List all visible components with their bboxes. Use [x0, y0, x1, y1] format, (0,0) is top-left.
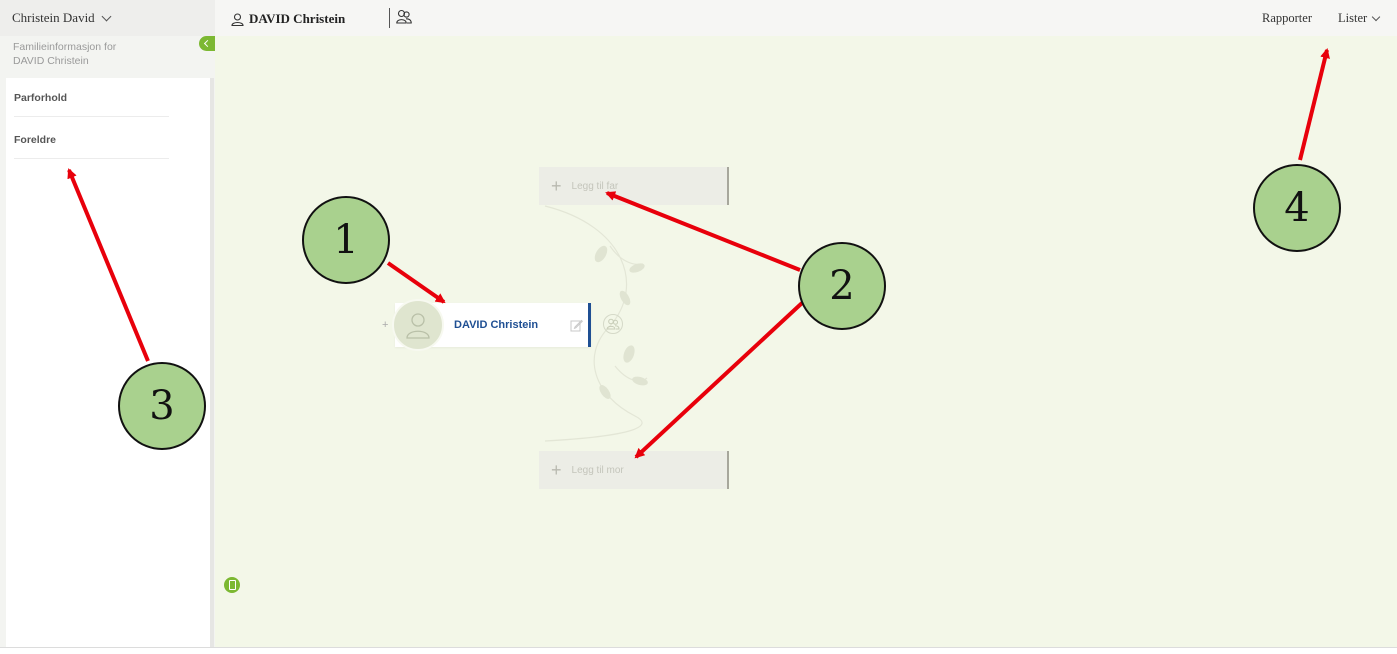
annotation-arrows — [67, 48, 1330, 459]
callout-2: 2 — [798, 242, 886, 330]
arrow-2a — [605, 191, 801, 272]
arrow-3 — [67, 168, 150, 362]
arrow-2b — [634, 301, 804, 459]
callout-3: 3 — [118, 362, 206, 450]
callout-1: 1 — [302, 196, 390, 284]
arrow-4 — [1298, 48, 1330, 161]
arrow-1 — [386, 261, 446, 304]
callout-4: 4 — [1253, 164, 1341, 252]
